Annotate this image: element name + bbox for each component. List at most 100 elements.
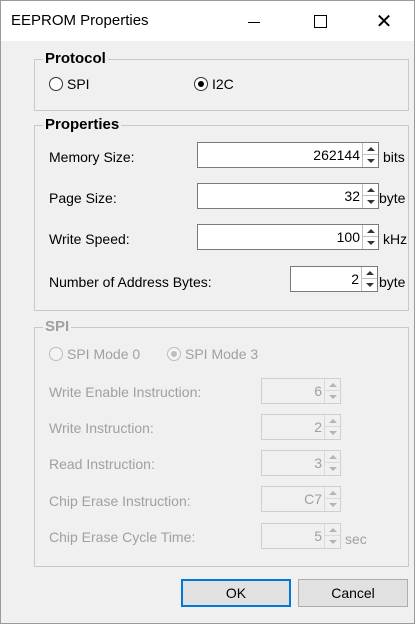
read-instruction-label: Read Instruction: — [49, 456, 155, 472]
chip-erase-instruction-spin-buttons[interactable] — [324, 487, 340, 511]
write-speed-spinner[interactable]: 100 — [197, 224, 379, 250]
eeprom-properties-dialog: EEPROM Properties ✕ Protocol SPI I2C Pro… — [0, 0, 415, 624]
title-bar: EEPROM Properties ✕ — [1, 1, 414, 41]
write-speed-label: Write Speed: — [49, 231, 130, 247]
radio-spi-mode-0-label: SPI Mode 0 — [67, 346, 141, 362]
cancel-button[interactable]: Cancel — [298, 579, 408, 607]
write-speed-spin-buttons[interactable] — [362, 225, 378, 249]
memory-size-up-button[interactable] — [363, 143, 378, 155]
arrow-up-icon — [328, 454, 337, 459]
window-title: EEPROM Properties — [11, 12, 149, 29]
chip-erase-cycle-time-label: Chip Erase Cycle Time: — [49, 529, 196, 545]
address-bytes-down-button[interactable] — [362, 279, 377, 291]
properties-group: Properties Memory Size: 262144 bits Page… — [34, 116, 409, 311]
arrow-down-icon — [366, 159, 375, 163]
radio-spi-mode-3[interactable]: SPI Mode 3 — [167, 346, 258, 362]
radio-i2c-indicator[interactable] — [194, 77, 208, 91]
arrow-up-icon — [366, 146, 375, 151]
arrow-down-icon — [328, 503, 337, 507]
arrow-down-icon — [366, 241, 375, 245]
radio-spi[interactable]: SPI — [49, 76, 90, 92]
chip-erase-cycle-time-unit: sec — [345, 531, 367, 547]
write-instruction-up-button[interactable] — [325, 415, 340, 427]
address-bytes-value[interactable]: 2 — [351, 271, 359, 287]
arrow-up-icon — [328, 527, 337, 532]
memory-size-spin-buttons[interactable] — [362, 143, 378, 167]
radio-i2c[interactable]: I2C — [194, 76, 234, 92]
write-speed-down-button[interactable] — [363, 237, 378, 249]
read-instruction-spin-buttons[interactable] — [324, 451, 340, 475]
radio-spi-label: SPI — [67, 76, 90, 92]
arrow-down-icon — [328, 431, 337, 435]
address-bytes-unit: byte — [379, 274, 406, 290]
protocol-group: Protocol SPI I2C — [34, 50, 409, 111]
arrow-down-icon — [328, 540, 337, 544]
page-size-unit: byte — [379, 190, 406, 206]
write-enable-instruction-value[interactable]: 6 — [314, 383, 322, 399]
write-enable-up-button[interactable] — [325, 379, 340, 391]
arrow-up-icon — [328, 418, 337, 423]
arrow-up-icon — [328, 382, 337, 387]
write-instruction-label: Write Instruction: — [49, 420, 154, 436]
page-size-value[interactable]: 32 — [344, 188, 360, 204]
write-instruction-down-button[interactable] — [325, 427, 340, 439]
chip-erase-instruction-spinner[interactable]: C7 — [261, 486, 341, 512]
write-enable-down-button[interactable] — [325, 391, 340, 403]
arrow-up-icon — [366, 228, 375, 233]
memory-size-value[interactable]: 262144 — [313, 147, 360, 163]
write-instruction-spin-buttons[interactable] — [324, 415, 340, 439]
arrow-down-icon — [365, 283, 374, 287]
spi-group: SPI SPI Mode 0 SPI Mode 3 Write Enable I… — [34, 318, 409, 567]
write-speed-unit: kHz — [383, 231, 408, 247]
memory-size-spinner[interactable]: 262144 — [197, 142, 379, 168]
minimize-icon — [248, 22, 260, 23]
protocol-group-label: Protocol — [43, 50, 108, 67]
maximize-icon — [313, 14, 327, 28]
memory-size-label: Memory Size: — [49, 149, 135, 165]
address-bytes-spin-buttons[interactable] — [361, 267, 377, 291]
properties-group-label: Properties — [43, 116, 122, 133]
page-size-spinner[interactable]: 32 — [197, 183, 379, 209]
page-size-up-button[interactable] — [363, 184, 378, 196]
memory-size-down-button[interactable] — [363, 155, 378, 167]
radio-spi-indicator[interactable] — [49, 77, 63, 91]
close-icon: ✕ — [375, 9, 393, 33]
chip-erase-instruction-value[interactable]: C7 — [304, 491, 322, 507]
chip-erase-instruction-up-button[interactable] — [325, 487, 340, 499]
read-instruction-spinner[interactable]: 3 — [261, 450, 341, 476]
arrow-up-icon — [328, 490, 337, 495]
arrow-down-icon — [328, 395, 337, 399]
close-button[interactable]: ✕ — [361, 1, 407, 41]
address-bytes-label: Number of Address Bytes: — [49, 274, 212, 290]
write-enable-instruction-label: Write Enable Instruction: — [49, 384, 202, 400]
read-instruction-value[interactable]: 3 — [314, 455, 322, 471]
page-size-label: Page Size: — [49, 190, 117, 206]
radio-spi-mode-3-indicator[interactable] — [167, 347, 181, 361]
write-speed-value[interactable]: 100 — [337, 229, 360, 245]
write-speed-up-button[interactable] — [363, 225, 378, 237]
write-enable-instruction-spinner[interactable]: 6 — [261, 378, 341, 404]
address-bytes-up-button[interactable] — [362, 267, 377, 279]
maximize-button[interactable] — [297, 1, 343, 41]
radio-spi-mode-3-label: SPI Mode 3 — [185, 346, 259, 362]
chip-erase-cycle-time-spinner[interactable]: 5 — [261, 523, 341, 549]
radio-spi-mode-0-indicator[interactable] — [49, 347, 63, 361]
address-bytes-spinner[interactable]: 2 — [290, 266, 378, 292]
arrow-up-icon — [366, 187, 375, 192]
read-instruction-up-button[interactable] — [325, 451, 340, 463]
minimize-button[interactable] — [231, 1, 277, 41]
page-size-spin-buttons[interactable] — [362, 184, 378, 208]
write-enable-spin-buttons[interactable] — [324, 379, 340, 403]
arrow-down-icon — [366, 200, 375, 204]
radio-spi-mode-0[interactable]: SPI Mode 0 — [49, 346, 140, 362]
chip-erase-instruction-down-button[interactable] — [325, 499, 340, 511]
page-size-down-button[interactable] — [363, 196, 378, 208]
write-instruction-value[interactable]: 2 — [314, 419, 322, 435]
ok-button[interactable]: OK — [181, 579, 291, 607]
write-instruction-spinner[interactable]: 2 — [261, 414, 341, 440]
chip-erase-cycle-time-spin-buttons[interactable] — [324, 524, 340, 548]
chip-erase-cycle-time-up-button[interactable] — [325, 524, 340, 536]
read-instruction-down-button[interactable] — [325, 463, 340, 475]
chip-erase-cycle-time-value[interactable]: 5 — [314, 528, 322, 544]
chip-erase-cycle-time-down-button[interactable] — [325, 536, 340, 548]
